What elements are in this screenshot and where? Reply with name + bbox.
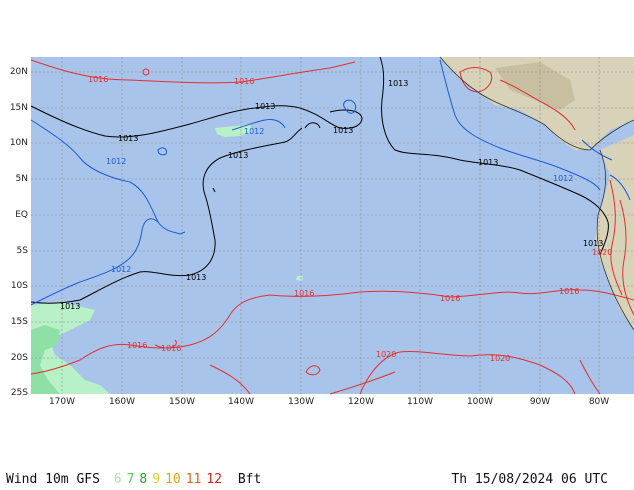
map-title: Wind 10m GFS xyxy=(6,472,100,487)
lon-label: 120W xyxy=(347,397,375,407)
isobar-label: 1013 xyxy=(118,134,138,143)
isobar-label: 1020 xyxy=(376,350,396,359)
isobar-label: 1016 xyxy=(161,344,181,353)
lon-label: 130W xyxy=(287,397,315,407)
lat-label: 5S xyxy=(16,246,28,256)
isobar-label: 1013 xyxy=(388,79,408,88)
legend-value-9: 9 xyxy=(152,472,161,487)
isobar-label: 1016 xyxy=(294,289,314,298)
lat-label: 15N xyxy=(9,103,28,113)
lon-label: 100W xyxy=(466,397,494,407)
isobar-label: 1012 xyxy=(111,265,131,274)
lon-label: 160W xyxy=(108,397,136,407)
footer-legend: Wind 10m GFS 6 7 8 9 10 11 12 Bft xyxy=(6,472,261,487)
lat-label: 10S xyxy=(10,281,28,291)
isobar-label: 1012 xyxy=(106,157,126,166)
lon-label: 170W xyxy=(48,397,76,407)
lat-label: 25S xyxy=(10,388,28,398)
lat-label: 20S xyxy=(10,353,28,363)
isobar-label: 1016 xyxy=(127,341,147,350)
lon-label: 140W xyxy=(227,397,255,407)
lat-label: 20N xyxy=(9,67,28,77)
isobar-label: 1013 xyxy=(186,273,206,282)
isobar-label: 1013 xyxy=(255,102,275,111)
legend-value-10: 10 xyxy=(165,472,181,487)
weather-map: 1016 1016 1016 1016 1016 1016 1016 1020 … xyxy=(30,56,634,395)
beaufort-legend: 6 7 8 9 10 11 12 xyxy=(114,472,227,487)
isobar-label: 1020 xyxy=(490,354,510,363)
legend-value-12: 12 xyxy=(206,472,223,487)
isobar-label: 1013 xyxy=(478,158,498,167)
isobar-label: 1016 xyxy=(234,77,254,86)
isobar-label: 1020 xyxy=(592,248,612,257)
legend-unit: Bft xyxy=(237,472,262,487)
valid-datetime: Th 15/08/2024 06 UTC xyxy=(451,472,608,487)
legend-value-11: 11 xyxy=(185,472,202,487)
isobar-label: 1016 xyxy=(88,75,108,84)
isobar-label: 1013 xyxy=(333,126,353,135)
isobar-label: 1013 xyxy=(60,302,80,311)
isobar-label: 1012 xyxy=(244,127,264,136)
legend-value-7: 7 xyxy=(126,472,135,487)
isobar-label: 1016 xyxy=(559,287,579,296)
lon-label: 110W xyxy=(406,397,434,407)
isobar-label: 1013 xyxy=(583,239,603,248)
isobar-label: 1016 xyxy=(440,294,460,303)
lat-label: 15S xyxy=(10,317,28,327)
lat-label: 10N xyxy=(9,138,28,148)
lat-label: EQ xyxy=(15,210,28,220)
map-footer: Wind 10m GFS 6 7 8 9 10 11 12 Bft Th 15/08/202… xyxy=(0,470,634,490)
lat-label: 5N xyxy=(15,174,28,184)
lon-label: 150W xyxy=(168,397,196,407)
isobar-label: 1012 xyxy=(553,174,573,183)
legend-value-6: 6 xyxy=(113,472,122,487)
lon-label: 90W xyxy=(529,397,551,407)
legend-value-8: 8 xyxy=(139,472,148,487)
lon-label: 80W xyxy=(588,397,610,407)
isobar-label: 1013 xyxy=(228,151,248,160)
